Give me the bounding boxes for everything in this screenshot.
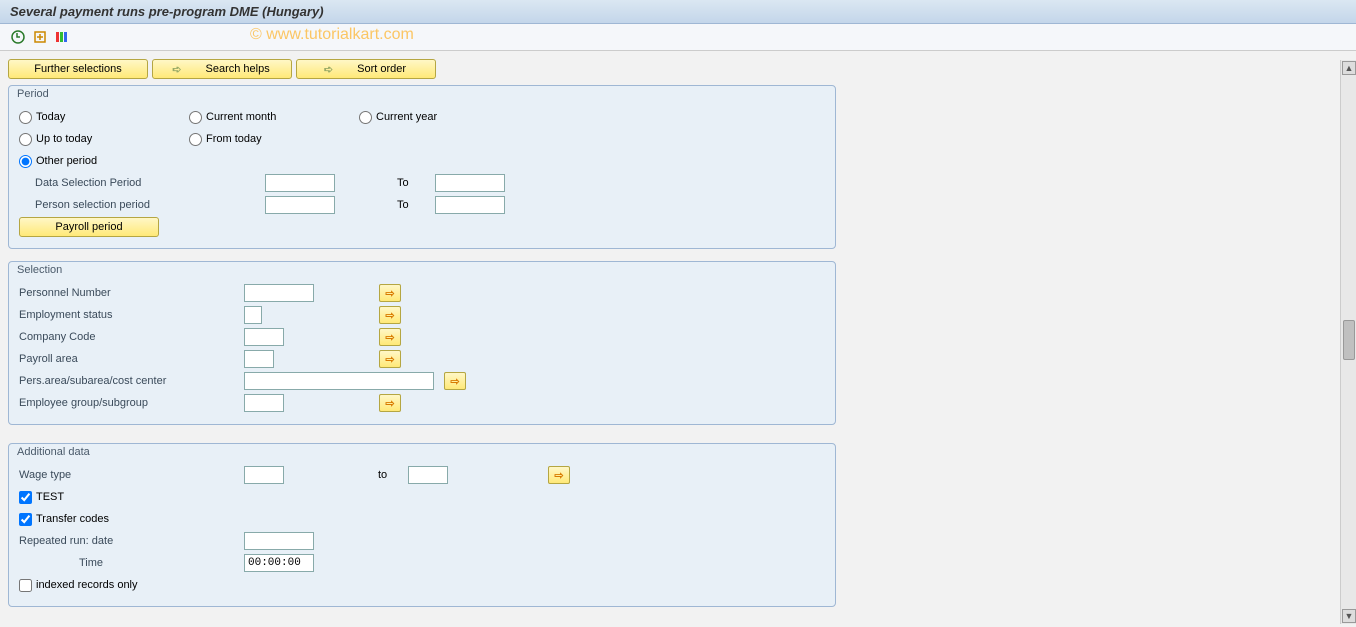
main-content: Further selections ➪ Search helps ➪ Sort… <box>0 51 1316 627</box>
data-selection-to-input[interactable] <box>435 174 505 192</box>
search-helps-button[interactable]: ➪ Search helps <box>152 59 292 79</box>
test-checkbox-label: TEST <box>36 491 64 503</box>
arrow-right-icon: ⇨ <box>385 309 394 322</box>
company-code-input[interactable] <box>244 328 284 346</box>
additional-data-group: Additional data Wage type to ⇨ TEST Tran… <box>8 443 836 607</box>
app-toolbar: © www.tutorialkart.com <box>0 24 1356 51</box>
to-label-2: To <box>397 199 435 211</box>
scroll-down-icon[interactable]: ▼ <box>1342 609 1356 623</box>
wage-type-label: Wage type <box>19 469 244 481</box>
search-helps-label: Search helps <box>206 63 270 75</box>
test-checkbox[interactable]: TEST <box>19 491 64 504</box>
employee-group-label: Employee group/subgroup <box>19 397 244 409</box>
page-title: Several payment runs pre-program DME (Hu… <box>0 0 1356 24</box>
selection-button-bar: Further selections ➪ Search helps ➪ Sort… <box>8 59 1308 79</box>
further-selections-button[interactable]: Further selections <box>8 59 148 79</box>
radio-other-period[interactable]: Other period <box>19 155 189 168</box>
personnel-number-more-button[interactable]: ⇨ <box>379 284 401 302</box>
indexed-records-checkbox-label: indexed records only <box>36 579 138 591</box>
time-label: Time <box>19 557 244 569</box>
selection-legend: Selection <box>9 262 835 276</box>
period-group: Period Today Current month Current year … <box>8 85 836 249</box>
employee-group-input[interactable] <box>244 394 284 412</box>
sort-order-button[interactable]: ➪ Sort order <box>296 59 436 79</box>
arrow-right-icon: ⇨ <box>385 397 394 410</box>
radio-other-period-label: Other period <box>36 155 97 167</box>
employment-status-more-button[interactable]: ⇨ <box>379 306 401 324</box>
radio-today[interactable]: Today <box>19 111 189 124</box>
radio-up-to-today-label: Up to today <box>36 133 92 145</box>
wage-type-from-input[interactable] <box>244 466 284 484</box>
wage-type-to-input[interactable] <box>408 466 448 484</box>
company-code-more-button[interactable]: ⇨ <box>379 328 401 346</box>
wage-type-more-button[interactable]: ⇨ <box>548 466 570 484</box>
radio-current-month[interactable]: Current month <box>189 111 359 124</box>
arrow-right-icon: ➪ <box>324 63 333 76</box>
radio-today-label: Today <box>36 111 65 123</box>
arrow-right-icon: ➪ <box>172 63 181 76</box>
radio-current-year-label: Current year <box>376 111 437 123</box>
color-legend-icon[interactable] <box>54 29 70 45</box>
arrow-right-icon: ⇨ <box>450 375 459 388</box>
person-selection-from-input[interactable] <box>265 196 335 214</box>
selection-group: Selection Personnel Number ⇨ Employment … <box>8 261 836 425</box>
indexed-records-checkbox[interactable]: indexed records only <box>19 579 138 592</box>
repeated-run-label: Repeated run: date <box>19 535 244 547</box>
company-code-label: Company Code <box>19 331 244 343</box>
radio-from-today[interactable]: From today <box>189 133 359 146</box>
arrow-right-icon: ⇨ <box>385 331 394 344</box>
person-selection-to-input[interactable] <box>435 196 505 214</box>
scroll-thumb[interactable] <box>1343 320 1355 360</box>
employment-status-input[interactable] <box>244 306 262 324</box>
radio-from-today-label: From today <box>206 133 262 145</box>
employment-status-label: Employment status <box>19 309 244 321</box>
transfer-codes-checkbox[interactable]: Transfer codes <box>19 513 109 526</box>
pers-area-more-button[interactable]: ⇨ <box>444 372 466 390</box>
personnel-number-input[interactable] <box>244 284 314 302</box>
to-label: To <box>397 177 435 189</box>
scroll-up-icon[interactable]: ▲ <box>1342 61 1356 75</box>
additional-data-legend: Additional data <box>9 444 835 458</box>
payroll-area-more-button[interactable]: ⇨ <box>379 350 401 368</box>
payroll-period-button[interactable]: Payroll period <box>19 217 159 237</box>
personnel-number-label: Personnel Number <box>19 287 244 299</box>
pers-area-input[interactable] <box>244 372 434 390</box>
execute-icon[interactable] <box>10 29 26 45</box>
vertical-scrollbar[interactable]: ▲ ▼ <box>1340 60 1356 624</box>
repeated-run-date-input[interactable] <box>244 532 314 550</box>
sort-order-label: Sort order <box>357 63 406 75</box>
radio-current-year[interactable]: Current year <box>359 111 529 124</box>
transfer-codes-checkbox-label: Transfer codes <box>36 513 109 525</box>
employee-group-more-button[interactable]: ⇨ <box>379 394 401 412</box>
arrow-right-icon: ⇨ <box>385 287 394 300</box>
period-legend: Period <box>9 86 835 100</box>
radio-current-month-label: Current month <box>206 111 276 123</box>
watermark: © www.tutorialkart.com <box>250 26 414 44</box>
data-selection-from-input[interactable] <box>265 174 335 192</box>
get-variant-icon[interactable] <box>32 29 48 45</box>
wage-type-to-label: to <box>378 469 408 481</box>
payroll-area-label: Payroll area <box>19 353 244 365</box>
person-selection-period-label: Person selection period <box>19 199 244 211</box>
data-selection-period-label: Data Selection Period <box>19 177 244 189</box>
radio-up-to-today[interactable]: Up to today <box>19 133 189 146</box>
time-input[interactable] <box>244 554 314 572</box>
payroll-area-input[interactable] <box>244 350 274 368</box>
arrow-right-icon: ⇨ <box>554 469 563 482</box>
pers-area-label: Pers.area/subarea/cost center <box>19 375 244 387</box>
arrow-right-icon: ⇨ <box>385 353 394 366</box>
